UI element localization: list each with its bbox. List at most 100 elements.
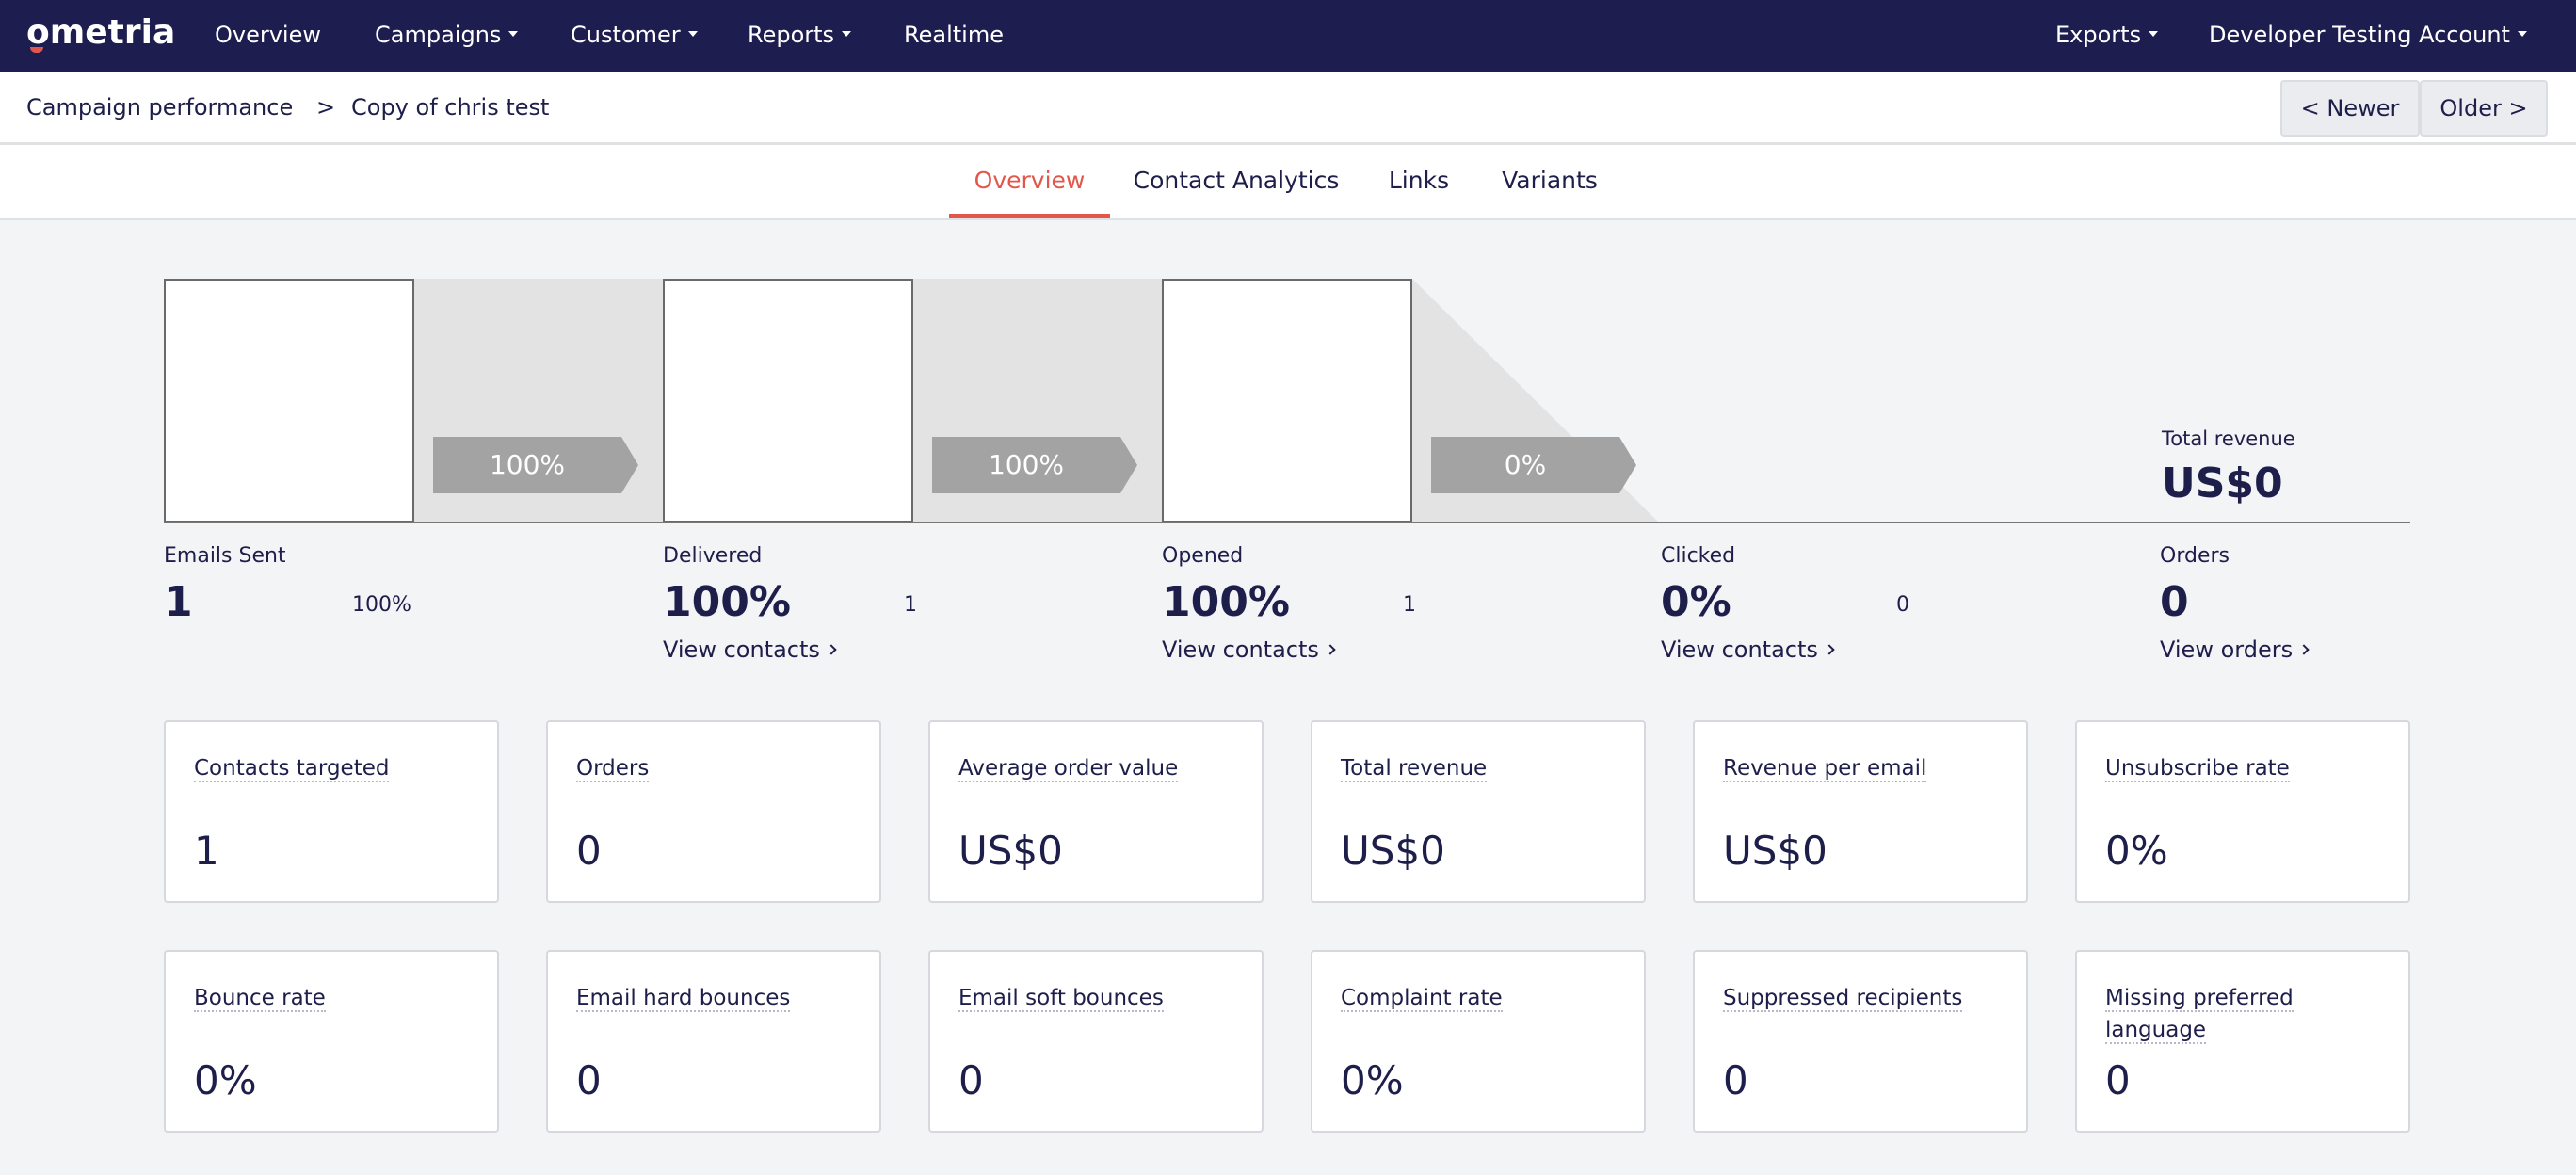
stage-clicked: Clicked 0% 0 View contacts: [1661, 544, 1909, 663]
metric-value: US$0: [1723, 828, 1827, 874]
view-contacts-link[interactable]: View contacts: [1661, 636, 1835, 663]
breadcrumb-bar: Campaign performance > Copy of chris tes…: [0, 72, 2576, 145]
metric-value: 0: [958, 1057, 984, 1103]
link-label: View contacts: [1661, 636, 1818, 663]
newer-button[interactable]: < Newer: [2280, 80, 2420, 137]
stage-count: 1: [904, 593, 917, 617]
stage-value: 100%: [1162, 578, 1290, 626]
metric-card-email-soft-bounces: Email soft bounces 0: [928, 950, 1264, 1133]
nav-exports[interactable]: Exports: [2055, 0, 2159, 72]
arrow-tip-icon: [621, 437, 638, 493]
metric-title[interactable]: Contacts targeted: [194, 752, 476, 784]
stage-orders: Orders 0 View orders: [2160, 544, 2310, 663]
metric-card-average-order-value: Average order value US$0: [928, 720, 1264, 903]
tab-variants[interactable]: Variants: [1493, 145, 1606, 218]
ometria-logo[interactable]: ometria: [26, 13, 176, 53]
metric-title-text: Unsubscribe rate: [2105, 756, 2290, 782]
metric-card-bounce-rate: Bounce rate 0%: [164, 950, 499, 1133]
metric-value: 0%: [1341, 1057, 1404, 1103]
account-menu[interactable]: Developer Testing Account: [2209, 0, 2527, 72]
nav-overview[interactable]: Overview: [215, 0, 321, 72]
stage-value: 0%: [1661, 578, 1731, 626]
metric-card-total-revenue: Total revenue US$0: [1311, 720, 1646, 903]
stage-opened: Opened 100% 1 View contacts: [1162, 544, 1416, 663]
stage-count: 0: [1896, 593, 1909, 617]
funnel-rate-arrow: 100%: [433, 437, 638, 493]
metric-card-unsubscribe-rate: Unsubscribe rate 0%: [2075, 720, 2410, 903]
tab-links[interactable]: Links: [1377, 145, 1461, 218]
chevron-down-icon: [687, 31, 698, 37]
open-rate: 100%: [988, 449, 1065, 480]
metric-title[interactable]: Bounce rate: [194, 982, 476, 1014]
stage-label: Opened: [1162, 544, 1244, 568]
metric-title[interactable]: Unsubscribe rate: [2105, 752, 2388, 784]
link-label: View orders: [2160, 636, 2294, 663]
metric-title[interactable]: Orders: [576, 752, 859, 784]
arrow-tip-icon: [1619, 437, 1636, 493]
metric-title-text: Contacts targeted: [194, 756, 390, 782]
metric-title-text: Suppressed recipients: [1723, 986, 1963, 1012]
campaign-funnel: 100% 100% 0%: [164, 279, 2410, 523]
stage-label: Orders: [2160, 544, 2230, 568]
metric-title[interactable]: Suppressed recipients: [1723, 982, 2005, 1014]
metric-title[interactable]: Revenue per email: [1723, 752, 2005, 784]
stage-label: Emails Sent: [164, 544, 286, 568]
metric-value: 0%: [194, 1057, 257, 1103]
metric-card-complaint-rate: Complaint rate 0%: [1311, 950, 1646, 1133]
chevron-down-icon: [508, 31, 519, 37]
chevron-down-icon: [2149, 31, 2159, 37]
report-tabs: Overview Contact Analytics Links Variant…: [0, 145, 2576, 220]
arrow-tip-icon: [1120, 437, 1137, 493]
metric-title[interactable]: Missing preferred language: [2105, 982, 2388, 1046]
metric-title[interactable]: Total revenue: [1341, 752, 1623, 784]
stage-label: Clicked: [1661, 544, 1736, 568]
funnel-delivered-bar: [663, 279, 913, 523]
logo-smile-mark: [30, 47, 43, 53]
metric-title-text: Complaint rate: [1341, 986, 1503, 1012]
nav-campaigns-label: Campaigns: [375, 22, 502, 48]
metric-title[interactable]: Average order value: [958, 752, 1241, 784]
older-button[interactable]: Older >: [2420, 80, 2548, 137]
top-navigation-bar: ometria Overview Campaigns Customer Repo…: [0, 0, 2576, 72]
metric-value: US$0: [1341, 828, 1445, 874]
funnel-sent-bar: [164, 279, 414, 523]
nav-exports-label: Exports: [2055, 22, 2142, 48]
click-rate: 0%: [1504, 449, 1547, 480]
metric-value: 0: [576, 1057, 602, 1103]
metric-title[interactable]: Complaint rate: [1341, 982, 1623, 1014]
view-contacts-link[interactable]: View contacts: [663, 636, 837, 663]
account-name: Developer Testing Account: [2209, 22, 2510, 48]
nav-customer[interactable]: Customer: [571, 0, 698, 72]
view-contacts-link[interactable]: View contacts: [1162, 636, 1336, 663]
metric-title-text: Total revenue: [1341, 756, 1488, 782]
total-revenue-label: Total revenue: [2162, 427, 2295, 450]
logo-text: ometria: [26, 13, 176, 52]
stage-percent: 100%: [352, 593, 411, 617]
nav-overview-label: Overview: [215, 22, 321, 48]
metric-title-text: Missing preferred language: [2105, 986, 2294, 1044]
breadcrumb-parent-link[interactable]: Campaign performance: [26, 94, 293, 121]
funnel-opened-bar: [1162, 279, 1412, 523]
nav-campaigns[interactable]: Campaigns: [375, 0, 519, 72]
chevron-right-icon: [2298, 644, 2310, 655]
breadcrumb-separator: >: [316, 94, 336, 121]
metric-title-text: Average order value: [958, 756, 1179, 782]
metric-value: 0: [576, 828, 602, 874]
metric-title[interactable]: Email soft bounces: [958, 982, 1241, 1014]
chevron-right-icon: [1824, 644, 1835, 655]
metric-value: 0%: [2105, 828, 2168, 874]
chevron-down-icon: [2517, 31, 2527, 37]
stage-emails-sent: Emails Sent 1 100%: [164, 544, 411, 626]
nav-reports[interactable]: Reports: [748, 0, 852, 72]
metric-title-text: Revenue per email: [1723, 756, 1927, 782]
metric-card-suppressed-recipients: Suppressed recipients 0: [1693, 950, 2028, 1133]
metric-value: 0: [2105, 1057, 2131, 1103]
metric-title[interactable]: Email hard bounces: [576, 982, 859, 1014]
view-orders-link[interactable]: View orders: [2160, 636, 2310, 663]
funnel-rate-arrow: 0%: [1431, 437, 1636, 493]
metric-value: 0: [1723, 1057, 1748, 1103]
tab-contact-analytics[interactable]: Contact Analytics: [1124, 145, 1348, 218]
tab-overview[interactable]: Overview: [949, 145, 1110, 218]
nav-realtime[interactable]: Realtime: [904, 0, 1004, 72]
funnel-rate-arrow: 100%: [932, 437, 1137, 493]
